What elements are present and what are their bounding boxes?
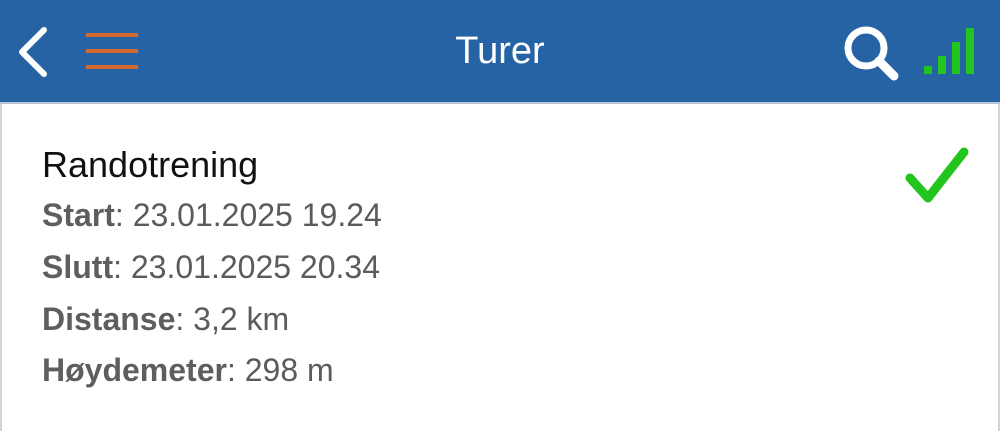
back-button[interactable] [14,26,54,78]
page-title: Turer [455,30,545,72]
top-navigation-bar: Turer [0,0,1000,102]
search-button[interactable] [840,22,904,82]
tour-list-item[interactable]: Randotrening Start: 23.01.2025 19.24 Slu… [2,104,998,431]
distance-value: 3,2 km [193,301,290,337]
start-separator: : [114,197,133,233]
distance-separator: : [175,301,194,337]
tour-name: Randotrening [42,144,259,185]
start-label: Start [42,197,115,233]
tour-elevation-row: Høydemeter: 298 m [42,350,334,390]
search-icon [844,26,899,81]
end-label: Slutt [42,249,114,285]
chevron-left-icon [19,27,47,77]
tour-start-row: Start: 23.01.2025 19.24 [42,195,382,235]
tour-end-row: Slutt: 23.01.2025 20.34 [42,247,380,287]
elevation-value: 298 m [244,352,334,388]
signal-strength-button[interactable] [920,24,980,76]
elevation-label: Høydemeter [42,352,227,388]
hamburger-menu-icon [86,33,138,69]
menu-button[interactable] [84,30,140,72]
tour-list: Randotrening Start: 23.01.2025 19.24 Slu… [0,104,1000,431]
end-value: 23.01.2025 20.34 [130,249,380,285]
app-screen: Turer Randotrening Start: 23.01.2025 19.… [0,0,1000,431]
tour-distance-row: Distanse: 3,2 km [42,299,289,339]
distance-label: Distanse [42,301,176,337]
signal-strength-icon [924,28,974,74]
checkmark-icon [905,147,969,203]
elevation-separator: : [226,352,245,388]
start-value: 23.01.2025 19.24 [132,197,382,233]
end-separator: : [113,249,131,285]
